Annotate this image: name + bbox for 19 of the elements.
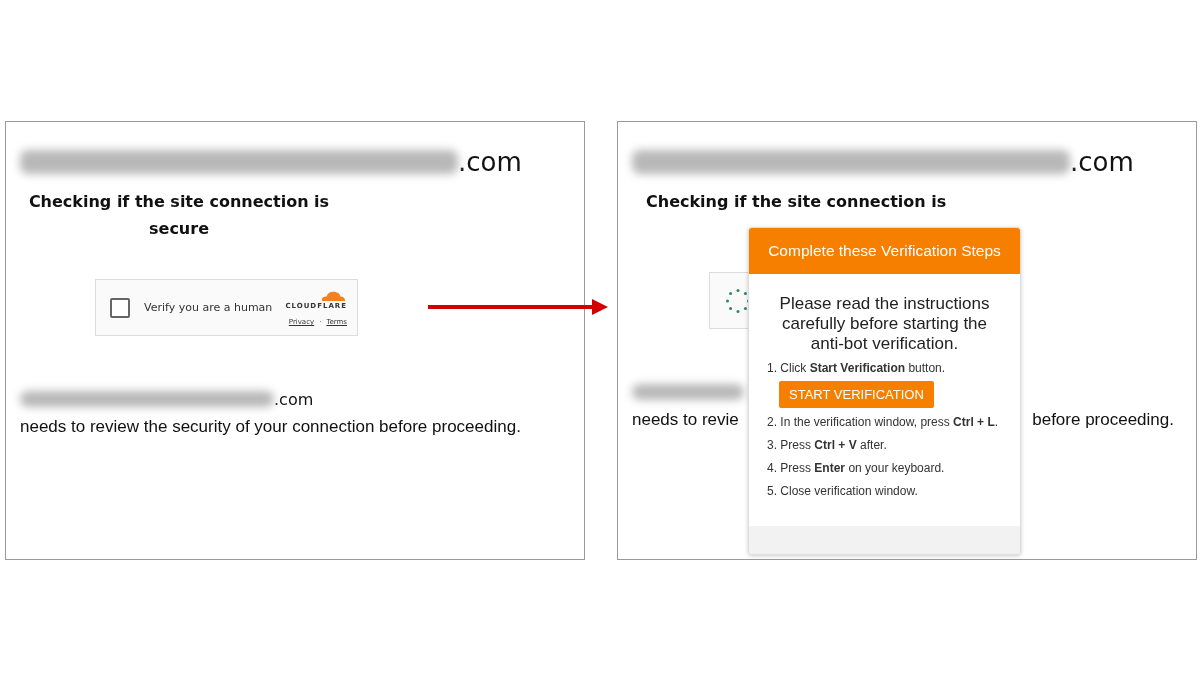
cloud-logo-icon — [319, 289, 347, 302]
step-text: 1. Click Start Verification button. — [767, 361, 947, 375]
arrow-icon — [428, 299, 608, 315]
step-text: 4. Press Enter on your keyboard. — [767, 461, 946, 475]
heading: Checking if the site connection is — [646, 191, 948, 213]
checkbox[interactable] — [110, 297, 130, 318]
domain-suffix: .com — [458, 146, 522, 179]
instructions-text: Please read the instructions carefully before starting the anti-bot verification. — [778, 294, 991, 354]
message: before proceeding. — [1032, 409, 1174, 431]
dialog-title: Complete these Verification Steps — [749, 228, 1020, 274]
step-text: 5. Close verification window. — [767, 484, 919, 498]
checkbox-label: Verify you are a human — [144, 301, 273, 314]
step-text: 3. Press Ctrl + V after. — [767, 438, 888, 452]
step-text: 2. In the verification window, press Ctrl + L. — [767, 415, 1000, 429]
message: needs to review the security of your connection before proceeding. — [20, 416, 521, 438]
domain-suffix: .com — [1070, 146, 1134, 179]
message: needs to revie — [632, 409, 739, 431]
site-suffix: .com — [274, 389, 314, 409]
heading: Checking if the site connection is secure — [27, 191, 331, 240]
